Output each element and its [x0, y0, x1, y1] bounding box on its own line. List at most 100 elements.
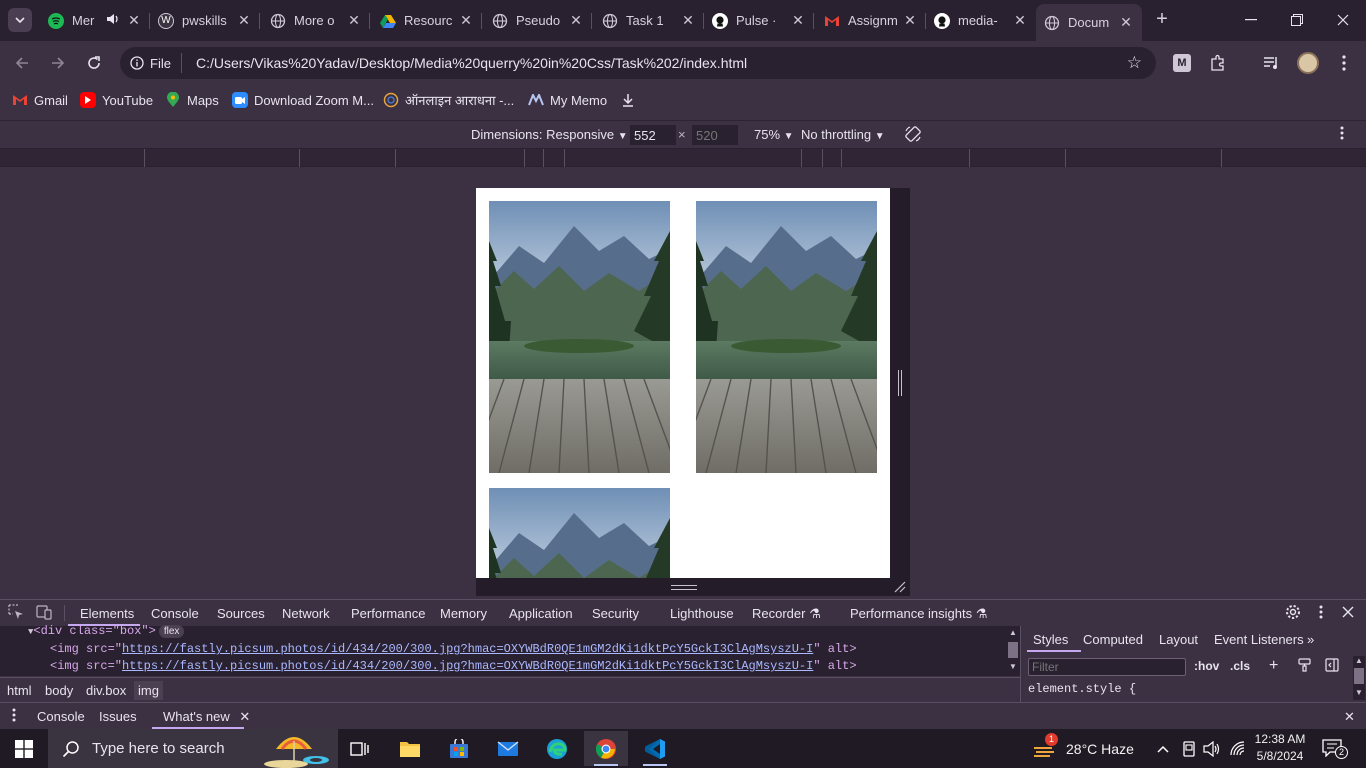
speaker-icon[interactable] [106, 13, 120, 28]
flex-badge[interactable]: flex [158, 625, 185, 638]
close-icon[interactable]: ✕ [568, 12, 584, 29]
close-icon[interactable]: ✕ [790, 12, 806, 29]
url-text[interactable]: C:/Users/Vikas%20Yadav/Desktop/Media%20q… [182, 55, 747, 71]
scroll-down-icon[interactable]: ▼ [1355, 688, 1363, 697]
styles-filter-input[interactable] [1028, 658, 1186, 676]
store-button[interactable] [437, 731, 481, 766]
site-info-chip[interactable]: File [120, 53, 182, 73]
scroll-down-icon[interactable]: ▼ [1009, 662, 1017, 671]
address-bar[interactable]: File C:/Users/Vikas%20Yadav/Desktop/Medi… [120, 47, 1156, 79]
tab-performance[interactable]: Performance [351, 606, 425, 621]
tab-media[interactable]: media- ✕ [926, 6, 1036, 35]
tab-lighthouse[interactable]: Lighthouse [670, 606, 734, 621]
breadcrumb-html[interactable]: html [7, 683, 32, 698]
drawer-menu-button[interactable] [12, 708, 16, 725]
tab-document-active[interactable]: Docum ✕ [1036, 4, 1142, 41]
close-window-button[interactable] [1320, 0, 1366, 40]
forward-button[interactable] [46, 51, 70, 75]
dimensions-dropdown[interactable]: Dimensions: Responsive ▼ [471, 127, 628, 142]
dom-node-img[interactable]: <img src="https://fastly.picsum.photos/i… [50, 642, 857, 656]
tab-performance-insights[interactable]: Performance insights ⚗ [850, 606, 987, 622]
network-button[interactable] [1229, 729, 1247, 768]
drawer-tab-issues[interactable]: Issues [99, 709, 137, 724]
landscape-image[interactable] [489, 488, 670, 578]
media-controls-button[interactable] [1260, 51, 1284, 75]
taskbar-clock[interactable]: 12:38 AM 5/8/2024 [1252, 731, 1308, 765]
edge-button[interactable] [535, 731, 579, 766]
tab-pulse[interactable]: Pulse · ✕ [704, 6, 814, 35]
tab-elements[interactable]: Elements [80, 606, 134, 621]
new-rule-plus-icon[interactable]: + [1269, 657, 1278, 675]
dom-node-div-box[interactable]: ▼<div class="box"> flex [28, 624, 185, 638]
bookmark-maps[interactable]: Maps [165, 91, 219, 109]
devtools-close-button[interactable] [1342, 606, 1354, 621]
devtools-settings-button[interactable] [1285, 604, 1301, 623]
elements-scrollbar[interactable]: ▲ ▼ [1006, 626, 1020, 676]
device-icon-button[interactable] [1181, 729, 1197, 768]
taskbar-search[interactable]: Type here to search [48, 729, 338, 768]
width-input[interactable] [630, 125, 676, 145]
mail-button[interactable] [486, 731, 530, 766]
breadcrumb-img[interactable]: img [134, 681, 163, 700]
scroll-thumb[interactable] [1354, 668, 1364, 684]
tab-computed[interactable]: Computed [1083, 632, 1143, 647]
more-tabs-chevron-icon[interactable]: » [1307, 632, 1314, 647]
img-src-link[interactable]: https://fastly.picsum.photos/id/434/200/… [122, 659, 813, 673]
bookmark-star-icon[interactable]: ☆ [1127, 53, 1142, 73]
task-view-button[interactable] [338, 731, 382, 766]
landscape-image[interactable] [696, 201, 877, 473]
paintbrush-icon[interactable] [1298, 658, 1311, 675]
inspect-element-button[interactable] [8, 604, 24, 623]
tab-resources[interactable]: Resourc ✕ [372, 6, 482, 35]
notification-center-button[interactable]: 2 [1322, 729, 1348, 768]
vscode-button[interactable] [633, 731, 677, 766]
tab-pseudo[interactable]: Pseudo ✕ [484, 6, 592, 35]
weather-widget[interactable]: 1 28°C Haze [1032, 729, 1134, 768]
drawer-tab-whats-new[interactable]: What's new ✕ [163, 709, 250, 725]
scroll-thumb[interactable] [1008, 642, 1018, 658]
elements-tree[interactable]: ▼<div class="box"> flex <img src="https:/… [0, 624, 1020, 676]
tab-security[interactable]: Security [592, 606, 639, 621]
download-button[interactable] [622, 91, 634, 109]
devtools-more-button[interactable] [1319, 605, 1323, 622]
tab-sources[interactable]: Sources [217, 606, 265, 621]
emulated-page[interactable] [476, 188, 890, 578]
tab-console[interactable]: Console [151, 606, 199, 621]
breadcrumb-body[interactable]: body [45, 683, 73, 698]
tab-recorder[interactable]: Recorder ⚗ [752, 606, 821, 622]
close-icon[interactable]: ✕ [1118, 14, 1134, 31]
tab-more[interactable]: More o ✕ [262, 6, 370, 35]
close-icon[interactable]: ✕ [680, 12, 696, 29]
scroll-up-icon[interactable]: ▲ [1009, 628, 1017, 637]
chrome-button[interactable] [584, 731, 628, 766]
rotate-button[interactable] [904, 125, 922, 146]
device-more-button[interactable] [1340, 126, 1344, 143]
breadcrumb-div-box[interactable]: div.box [86, 683, 126, 698]
menu-button[interactable] [1332, 51, 1356, 75]
bookmark-youtube[interactable]: YouTube [80, 91, 153, 109]
close-icon[interactable]: ✕ [458, 12, 474, 29]
throttling-dropdown[interactable]: No throttling ▼ [801, 127, 885, 142]
close-icon[interactable]: ✕ [902, 12, 918, 29]
height-input[interactable] [692, 125, 738, 145]
drawer-close-button[interactable]: ✕ [1344, 709, 1355, 725]
drawer-tab-console[interactable]: Console [37, 709, 85, 724]
close-icon[interactable]: ✕ [236, 12, 252, 29]
dom-node-img[interactable]: <img src="https://fastly.picsum.photos/i… [50, 659, 857, 673]
tab-task1[interactable]: Task 1 ✕ [594, 6, 704, 35]
bookmark-my-memo[interactable]: My Memo [528, 91, 607, 109]
tab-layout[interactable]: Layout [1159, 632, 1198, 647]
close-icon[interactable]: ✕ [239, 709, 250, 724]
toggle-sidebar-icon[interactable] [1325, 658, 1339, 675]
tab-pwskills[interactable]: W pwskills ✕ [150, 6, 260, 35]
device-toggle-button[interactable] [36, 604, 52, 623]
start-button[interactable] [0, 729, 48, 768]
extensions-button[interactable] [1206, 51, 1230, 75]
scroll-up-icon[interactable]: ▲ [1355, 656, 1363, 665]
volume-button[interactable] [1203, 729, 1221, 768]
viewport-resize-handle-corner[interactable] [890, 578, 910, 596]
bookmark-zoom[interactable]: Download Zoom M... [232, 91, 374, 109]
minimize-button[interactable] [1228, 0, 1274, 40]
close-icon[interactable]: ✕ [1012, 12, 1028, 29]
extension-memo-button[interactable]: M [1170, 51, 1194, 75]
